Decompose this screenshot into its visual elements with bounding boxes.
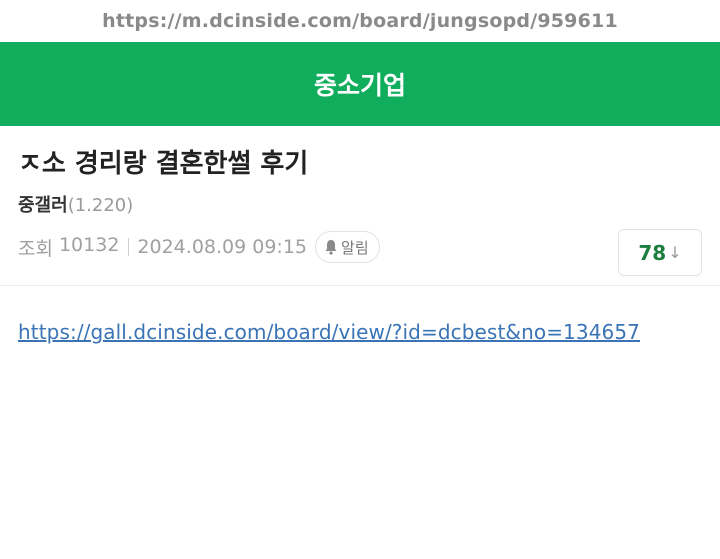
view-count: 조회 10132	[18, 234, 119, 261]
author-name[interactable]: 중갤러	[18, 195, 68, 216]
author-ip: (1.220)	[67, 195, 134, 216]
recommend-button[interactable]: 78 ↓	[618, 229, 702, 276]
alarm-button[interactable]: 알림	[315, 231, 380, 263]
post-title: ㅈ소 경리랑 결혼한썰 후기	[18, 149, 309, 179]
meta-divider	[128, 238, 130, 256]
content-link[interactable]: https://gall.dcinside.com/board/view/?id…	[18, 320, 640, 344]
bell-icon	[325, 240, 337, 255]
browser-url-bar[interactable]: https://m.dcinside.com/board/jungsopd/95…	[0, 0, 720, 42]
recommend-count: 78	[638, 240, 667, 265]
author-row: 중갤러(1.220)	[18, 194, 702, 218]
gallery-title[interactable]: 중소기업	[314, 66, 406, 102]
gallery-header[interactable]: 중소기업	[0, 42, 720, 126]
post-datetime: 2024.08.09 09:15	[137, 236, 308, 258]
post-header: ㅈ소 경리랑 결혼한썰 후기 중갤러(1.220) 조회 10132 2024.…	[0, 126, 720, 286]
browser-url-text: https://m.dcinside.com/board/jungsopd/95…	[102, 10, 618, 32]
view-count-value: 10132	[58, 233, 120, 256]
post-content: https://gall.dcinside.com/board/view/?id…	[0, 286, 720, 344]
arrow-down-icon: ↓	[668, 243, 682, 262]
post-meta: 조회 10132 2024.08.09 09:15 알림	[18, 230, 702, 264]
alarm-label: 알림	[341, 238, 369, 257]
view-count-label: 조회	[18, 237, 53, 260]
